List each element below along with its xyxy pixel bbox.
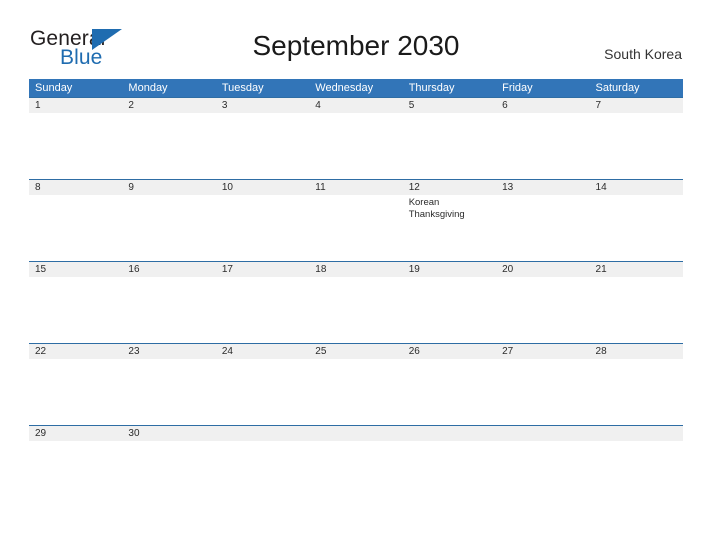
day-cell[interactable] bbox=[403, 359, 496, 425]
weekday-header-monday: Monday bbox=[128, 82, 168, 94]
day-number[interactable]: 17 bbox=[216, 262, 309, 277]
day-cell[interactable] bbox=[590, 441, 683, 460]
day-number[interactable]: 6 bbox=[496, 98, 589, 113]
day-number[interactable] bbox=[590, 426, 683, 441]
week-daynumber-band: 1 2 3 4 5 6 7 bbox=[29, 98, 683, 113]
day-cell[interactable] bbox=[29, 195, 122, 261]
day-number[interactable]: 22 bbox=[29, 344, 122, 359]
day-number[interactable]: 23 bbox=[122, 344, 215, 359]
day-number[interactable]: 30 bbox=[122, 426, 215, 441]
weekday-header-wednesday: Wednesday bbox=[315, 82, 374, 94]
weekday-header-thursday: Thursday bbox=[408, 82, 455, 94]
week-daynumber-band: 15 16 17 18 19 20 21 bbox=[29, 262, 683, 277]
week-row: 15 16 17 18 19 20 21 bbox=[29, 261, 683, 343]
day-number[interactable]: 4 bbox=[309, 98, 402, 113]
day-number[interactable] bbox=[403, 426, 496, 441]
day-cell[interactable] bbox=[590, 359, 683, 425]
day-cell[interactable] bbox=[496, 277, 589, 343]
day-number[interactable]: 13 bbox=[496, 180, 589, 195]
day-number[interactable]: 2 bbox=[122, 98, 215, 113]
day-number[interactable]: 3 bbox=[216, 98, 309, 113]
day-cell[interactable] bbox=[216, 277, 309, 343]
week-event-band bbox=[29, 277, 683, 343]
day-cell[interactable] bbox=[496, 195, 589, 261]
day-cell[interactable] bbox=[403, 277, 496, 343]
day-cell[interactable] bbox=[309, 359, 402, 425]
day-cell[interactable] bbox=[496, 113, 589, 179]
day-number[interactable]: 11 bbox=[309, 180, 402, 195]
day-cell[interactable] bbox=[309, 195, 402, 261]
day-cell[interactable] bbox=[309, 441, 402, 460]
day-cell[interactable] bbox=[590, 277, 683, 343]
day-number[interactable]: 26 bbox=[403, 344, 496, 359]
weekday-header-tuesday: Tuesday bbox=[221, 82, 264, 94]
day-cell[interactable] bbox=[309, 113, 402, 179]
day-cell[interactable] bbox=[216, 441, 309, 460]
day-cell[interactable] bbox=[216, 195, 309, 261]
page-header: General Blue September 2030 South Korea bbox=[0, 0, 712, 68]
day-number[interactable]: 28 bbox=[590, 344, 683, 359]
week-daynumber-band: 29 30 bbox=[29, 426, 683, 441]
day-cell[interactable] bbox=[216, 113, 309, 179]
day-cell[interactable] bbox=[216, 359, 309, 425]
day-number[interactable]: 29 bbox=[29, 426, 122, 441]
region-label: South Korea bbox=[604, 46, 682, 62]
day-number[interactable]: 19 bbox=[403, 262, 496, 277]
day-cell[interactable] bbox=[29, 359, 122, 425]
day-cell[interactable] bbox=[590, 195, 683, 261]
day-cell[interactable] bbox=[590, 113, 683, 179]
weekday-header-saturday: Saturday bbox=[595, 82, 640, 94]
day-number[interactable]: 15 bbox=[29, 262, 122, 277]
day-number[interactable]: 25 bbox=[309, 344, 402, 359]
day-number[interactable]: 16 bbox=[122, 262, 215, 277]
day-number[interactable]: 9 bbox=[122, 180, 215, 195]
day-number[interactable]: 5 bbox=[403, 98, 496, 113]
day-cell[interactable]: Korean Thanksgiving bbox=[403, 195, 496, 261]
week-row: 8 9 10 11 12 13 14 Korean Thanksgiving bbox=[29, 179, 683, 261]
weekday-header-friday: Friday bbox=[502, 82, 533, 94]
day-cell[interactable] bbox=[29, 277, 122, 343]
week-event-band bbox=[29, 113, 683, 179]
week-row: 29 30 bbox=[29, 425, 683, 460]
week-row: 1 2 3 4 5 6 7 bbox=[29, 97, 683, 179]
day-number[interactable]: 20 bbox=[496, 262, 589, 277]
day-cell[interactable] bbox=[309, 277, 402, 343]
day-number[interactable]: 21 bbox=[590, 262, 683, 277]
day-cell[interactable] bbox=[122, 195, 215, 261]
day-cell[interactable] bbox=[29, 441, 122, 460]
week-event-band bbox=[29, 441, 683, 460]
week-daynumber-band: 22 23 24 25 26 27 28 bbox=[29, 344, 683, 359]
day-cell[interactable] bbox=[403, 441, 496, 460]
week-row: 22 23 24 25 26 27 28 bbox=[29, 343, 683, 425]
day-number[interactable]: 8 bbox=[29, 180, 122, 195]
day-event-text: Korean Thanksgiving bbox=[408, 197, 465, 220]
day-number[interactable] bbox=[309, 426, 402, 441]
day-number[interactable]: 14 bbox=[590, 180, 683, 195]
day-number[interactable] bbox=[496, 426, 589, 441]
day-number[interactable]: 18 bbox=[309, 262, 402, 277]
day-cell[interactable] bbox=[122, 277, 215, 343]
week-event-band: Korean Thanksgiving bbox=[29, 195, 683, 261]
day-cell[interactable] bbox=[496, 441, 589, 460]
day-cell[interactable] bbox=[496, 359, 589, 425]
day-cell[interactable] bbox=[122, 359, 215, 425]
calendar-table: Sunday Monday Tuesday Wednesday Thursday… bbox=[29, 79, 683, 460]
day-number[interactable]: 7 bbox=[590, 98, 683, 113]
day-cell[interactable] bbox=[122, 441, 215, 460]
day-number[interactable]: 1 bbox=[29, 98, 122, 113]
weekday-header-row: Sunday Monday Tuesday Wednesday Thursday… bbox=[29, 79, 683, 97]
day-number[interactable]: 12 bbox=[403, 180, 496, 195]
week-daynumber-band: 8 9 10 11 12 13 14 bbox=[29, 180, 683, 195]
day-cell[interactable] bbox=[403, 113, 496, 179]
weekday-header-sunday: Sunday bbox=[35, 82, 73, 94]
week-event-band bbox=[29, 359, 683, 425]
day-number[interactable] bbox=[216, 426, 309, 441]
calendar-page: { "header": { "logo": { "word_one": "Gen… bbox=[0, 0, 712, 550]
day-number[interactable]: 27 bbox=[496, 344, 589, 359]
day-number[interactable]: 10 bbox=[216, 180, 309, 195]
day-cell[interactable] bbox=[29, 113, 122, 179]
day-cell[interactable] bbox=[122, 113, 215, 179]
day-number[interactable]: 24 bbox=[216, 344, 309, 359]
